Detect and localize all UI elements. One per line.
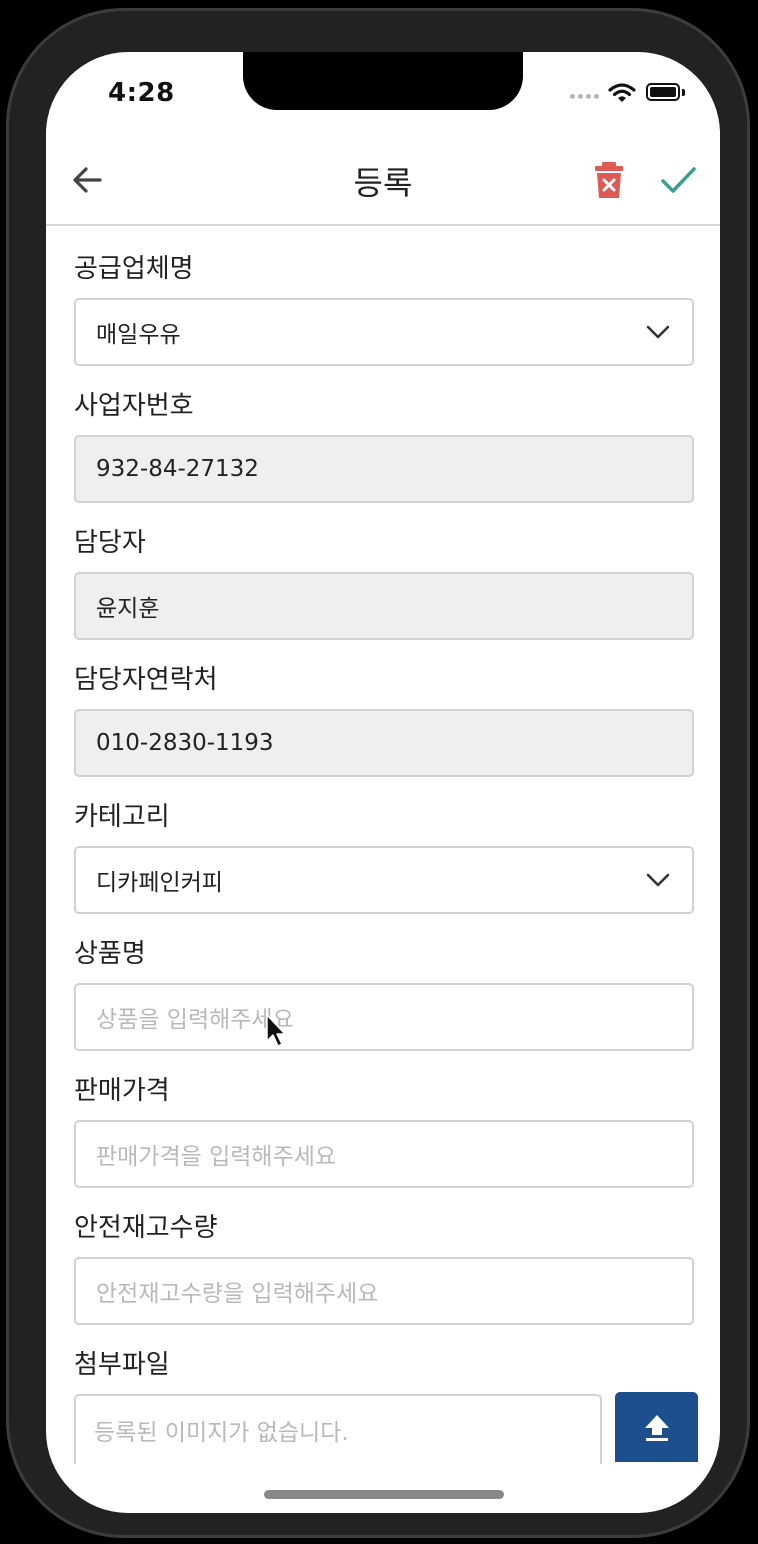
battery-icon [646, 83, 680, 101]
manager-label: 담당자 [74, 528, 146, 558]
battery-tip [682, 89, 685, 96]
category-label: 카테고리 [74, 802, 170, 832]
status-time: 4:28 [108, 78, 175, 108]
manager-value: 윤지훈 [96, 596, 160, 622]
confirm-button[interactable] [658, 160, 698, 200]
business-no-label: 사업자번호 [74, 391, 194, 421]
chevron-down-icon [646, 325, 670, 339]
attachment-input: 등록된 이미지가 없습니다. [74, 1394, 602, 1464]
notch [243, 52, 523, 110]
business-no-input: 932-84-27132 [74, 435, 694, 503]
product-name-label: 상품명 [74, 939, 146, 969]
category-select[interactable]: 디카페인커피 [74, 846, 694, 914]
check-icon [661, 167, 696, 193]
home-indicator [264, 1490, 504, 1499]
delete-button[interactable] [591, 160, 627, 200]
safety-stock-input[interactable]: 안전재고수량을 입력해주세요 [74, 1257, 694, 1325]
supplier-value: 매일우유 [96, 322, 181, 348]
supplier-select[interactable]: 매일우유 [74, 298, 694, 366]
category-value: 디카페인커피 [96, 870, 223, 896]
manager-phone-value: 010-2830-1193 [96, 730, 274, 756]
app-screen: 4:28 등록 공급업체명 매일우유 사업자번호 932-84-27132 담당… [46, 52, 720, 1513]
trash-icon [595, 162, 623, 198]
manager-phone-input: 010-2830-1193 [74, 709, 694, 777]
nav-bar: 등록 [46, 134, 720, 226]
upload-button[interactable] [615, 1392, 698, 1462]
manager-input: 윤지훈 [74, 572, 694, 640]
signal-icon [570, 94, 599, 99]
price-placeholder: 판매가격을 입력해주세요 [96, 1144, 337, 1170]
price-input[interactable]: 판매가격을 입력해주세요 [74, 1120, 694, 1188]
upload-icon [644, 1415, 669, 1441]
attachment-placeholder: 등록된 이미지가 없습니다. [94, 1420, 349, 1446]
supplier-label: 공급업체명 [74, 254, 194, 284]
price-label: 판매가격 [74, 1076, 170, 1106]
business-no-value: 932-84-27132 [96, 456, 259, 482]
manager-phone-label: 담당자연락처 [74, 665, 218, 695]
attachment-label: 첨부파일 [74, 1350, 170, 1380]
phone-frame: 4:28 등록 공급업체명 매일우유 사업자번호 932-84-27132 담당… [6, 8, 750, 1538]
product-name-input[interactable]: 상품을 입력해주세요 [74, 983, 694, 1051]
wifi-icon [608, 83, 636, 102]
mouse-cursor-icon [266, 1014, 286, 1047]
safety-stock-placeholder: 안전재고수량을 입력해주세요 [96, 1281, 379, 1307]
safety-stock-label: 안전재고수량 [74, 1213, 218, 1243]
chevron-down-icon [646, 873, 670, 887]
